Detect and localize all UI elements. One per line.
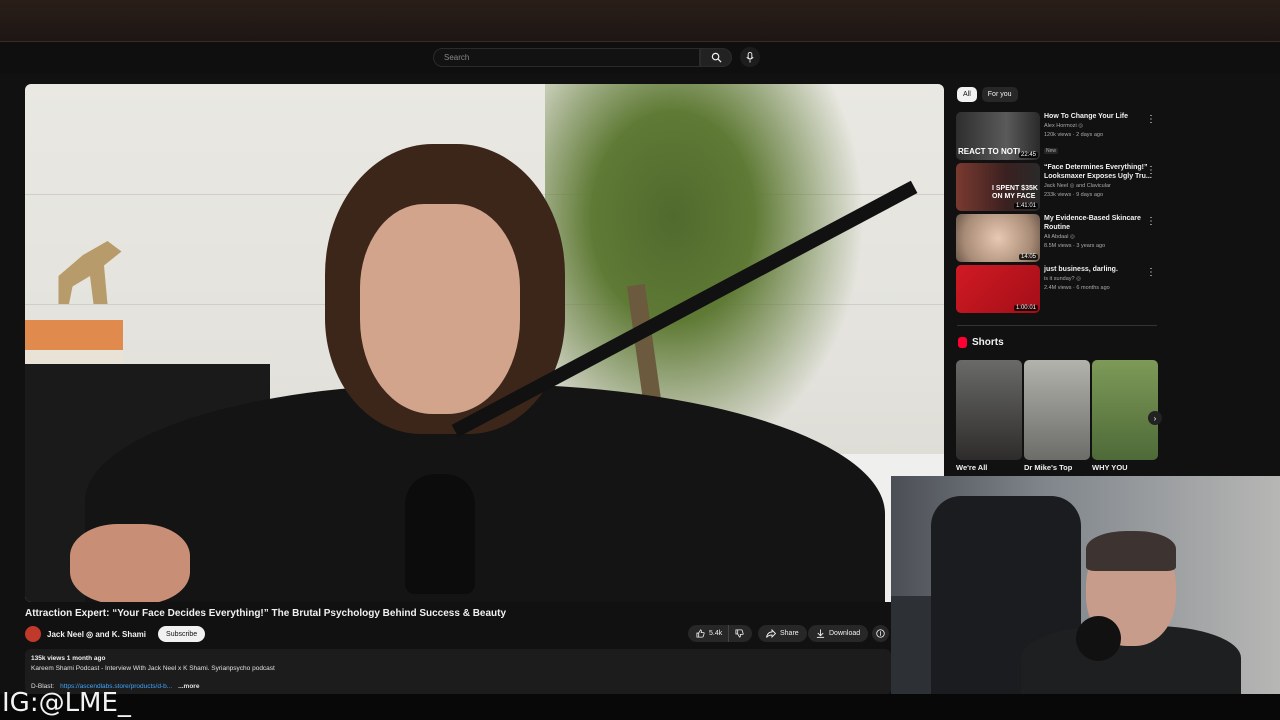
recommendation-stats: 8.5M views · 3 years ago <box>1044 243 1106 249</box>
short-title[interactable]: Dr Mike's Top <box>1024 463 1072 472</box>
share-button[interactable]: Share <box>758 625 807 642</box>
short-title[interactable]: We're All <box>956 463 987 472</box>
shorts-heading: Shorts <box>958 337 1004 348</box>
description-line: Kareem Shami Podcast - Interview With Ja… <box>31 665 275 672</box>
streamer-hair <box>1086 531 1176 571</box>
recommendation-item[interactable]: 1:00:01 just business, darling. is it su… <box>956 265 1166 313</box>
recommendation-stats: 2.4M views · 6 months ago <box>1044 285 1110 291</box>
subscribe-button[interactable]: Subscribe <box>158 626 206 642</box>
video-duration: 14:05 <box>1018 254 1038 260</box>
like-count: 5.4k <box>709 630 723 637</box>
deer-statue <box>58 241 122 304</box>
recommendation-channel[interactable]: Alex Hormozi ◎ <box>1044 122 1154 130</box>
recommendation-title[interactable]: My Evidence-Based Skincare Routine <box>1044 214 1154 232</box>
books <box>25 320 123 350</box>
video-duration: 22:45 <box>1018 152 1038 158</box>
share-group: Share <box>758 625 807 642</box>
recommendation-info: just business, darling. is it sunday? ◎ … <box>1044 265 1154 313</box>
stream-watermark: IG:@LME_ <box>2 688 131 718</box>
search-button[interactable] <box>700 48 732 67</box>
download-label: Download <box>829 630 861 637</box>
shorts-title: Shorts <box>972 337 1004 348</box>
like-dislike-group: 5.4k <box>688 625 753 642</box>
video-duration: 1:00:01 <box>1013 305 1038 311</box>
podcast-microphone <box>405 474 475 594</box>
download-group: Download <box>808 625 869 642</box>
share-label: Share <box>780 630 799 637</box>
recommendation-info: My Evidence-Based Skincare Routine Ali A… <box>1044 214 1154 262</box>
download-button[interactable]: Download <box>808 625 869 642</box>
more-options-icon[interactable]: ⋮ <box>1146 165 1156 176</box>
headphones <box>1076 616 1121 661</box>
more-options-icon[interactable]: ⋮ <box>1146 216 1156 227</box>
recommendation-title[interactable]: How To Change Your Life <box>1044 112 1154 121</box>
recommendation-channel[interactable]: is it sunday? ◎ <box>1044 275 1154 283</box>
video-title: Attraction Expert: “Your Face Decides Ev… <box>25 608 507 619</box>
shorts-logo-icon <box>958 337 967 348</box>
speaker-hand <box>70 524 190 602</box>
recommendation-channel[interactable]: Ali Abdaal ◎ <box>1044 233 1154 241</box>
view-count-date: 135k views 1 month ago <box>31 655 106 662</box>
thumbnail-text: REACT TO NOTI <box>958 147 1021 156</box>
more-options-icon[interactable]: ⋮ <box>1146 267 1156 278</box>
thumbnail-text: I SPENT $35K ON MY FACE <box>992 185 1038 200</box>
video-thumbnail[interactable]: 1:00:01 <box>956 265 1040 313</box>
like-button[interactable]: 5.4k <box>688 625 729 642</box>
section-divider <box>957 325 1157 326</box>
bottom-bar <box>0 694 1280 720</box>
new-badge: New <box>1044 148 1059 154</box>
chip-all[interactable]: All <box>957 87 977 102</box>
share-icon <box>766 629 776 638</box>
video-duration: 1:41:01 <box>1013 203 1038 209</box>
recommendation-item[interactable]: 14:05 My Evidence-Based Skincare Routine… <box>956 214 1166 262</box>
video-player[interactable] <box>25 84 944 602</box>
browser-top-bar <box>0 0 1280 42</box>
download-icon <box>816 629 825 638</box>
thanks-button[interactable] <box>872 625 889 642</box>
short-thumbnail[interactable] <box>1092 360 1158 460</box>
search-icon <box>711 52 722 63</box>
video-thumbnail[interactable]: I SPENT $35K ON MY FACE 1:41:01 <box>956 163 1040 211</box>
description-link-line: D-Blast: https://ascendlabs.store/produc… <box>31 683 885 690</box>
recommendation-item[interactable]: I SPENT $35K ON MY FACE 1:41:01 “Face De… <box>956 163 1166 211</box>
recommendation-title[interactable]: “Face Determines Everything!” Looksmaxer… <box>1044 163 1154 181</box>
filter-chips: All For you <box>957 87 1018 102</box>
recommendation-title[interactable]: just business, darling. <box>1044 265 1154 274</box>
recommendation-info: How To Change Your Life Alex Hormozi ◎ 1… <box>1044 112 1154 160</box>
thanks-icon <box>876 629 885 638</box>
video-thumbnail[interactable]: 14:05 <box>956 214 1040 262</box>
recommendation-info: “Face Determines Everything!” Looksmaxer… <box>1044 163 1154 211</box>
more-options-icon[interactable]: ⋮ <box>1146 114 1156 125</box>
chip-for-you[interactable]: For you <box>981 87 1018 102</box>
search-input[interactable]: Search <box>433 48 700 67</box>
thumbs-up-icon <box>696 629 705 638</box>
video-thumbnail[interactable]: REACT TO NOTI 22:45 <box>956 112 1040 160</box>
recommendation-stats: 233k views · 9 days ago <box>1044 192 1104 198</box>
webcam-background-shelf <box>891 596 931 694</box>
speaker-face <box>360 204 520 414</box>
dislike-button[interactable] <box>728 625 753 642</box>
thumbs-down-icon <box>735 629 744 638</box>
microphone-icon <box>746 51 754 63</box>
channel-avatar[interactable] <box>25 626 41 642</box>
short-thumbnail[interactable] <box>956 360 1022 460</box>
show-more-button[interactable]: ...more <box>178 683 199 690</box>
description-box[interactable]: 135k views 1 month ago Kareem Shami Podc… <box>25 649 891 695</box>
webcam-overlay <box>891 476 1280 694</box>
recommendation-item[interactable]: REACT TO NOTI 22:45 How To Change Your L… <box>956 112 1166 160</box>
short-title[interactable]: WHY YOU <box>1092 463 1128 472</box>
recommendation-stats: 120k views · 2 days ago <box>1044 132 1104 138</box>
voice-search-button[interactable] <box>740 47 760 67</box>
short-thumbnail[interactable] <box>1024 360 1090 460</box>
thanks-group <box>872 625 889 642</box>
chevron-right-icon[interactable]: › <box>1148 411 1162 425</box>
channel-row: Jack Neel ◎ and K. Shami Subscribe <box>25 625 206 643</box>
recommendation-channel[interactable]: Jack Neel ◎ and Clavicular <box>1044 182 1154 190</box>
channel-name[interactable]: Jack Neel ◎ and K. Shami <box>47 630 146 639</box>
